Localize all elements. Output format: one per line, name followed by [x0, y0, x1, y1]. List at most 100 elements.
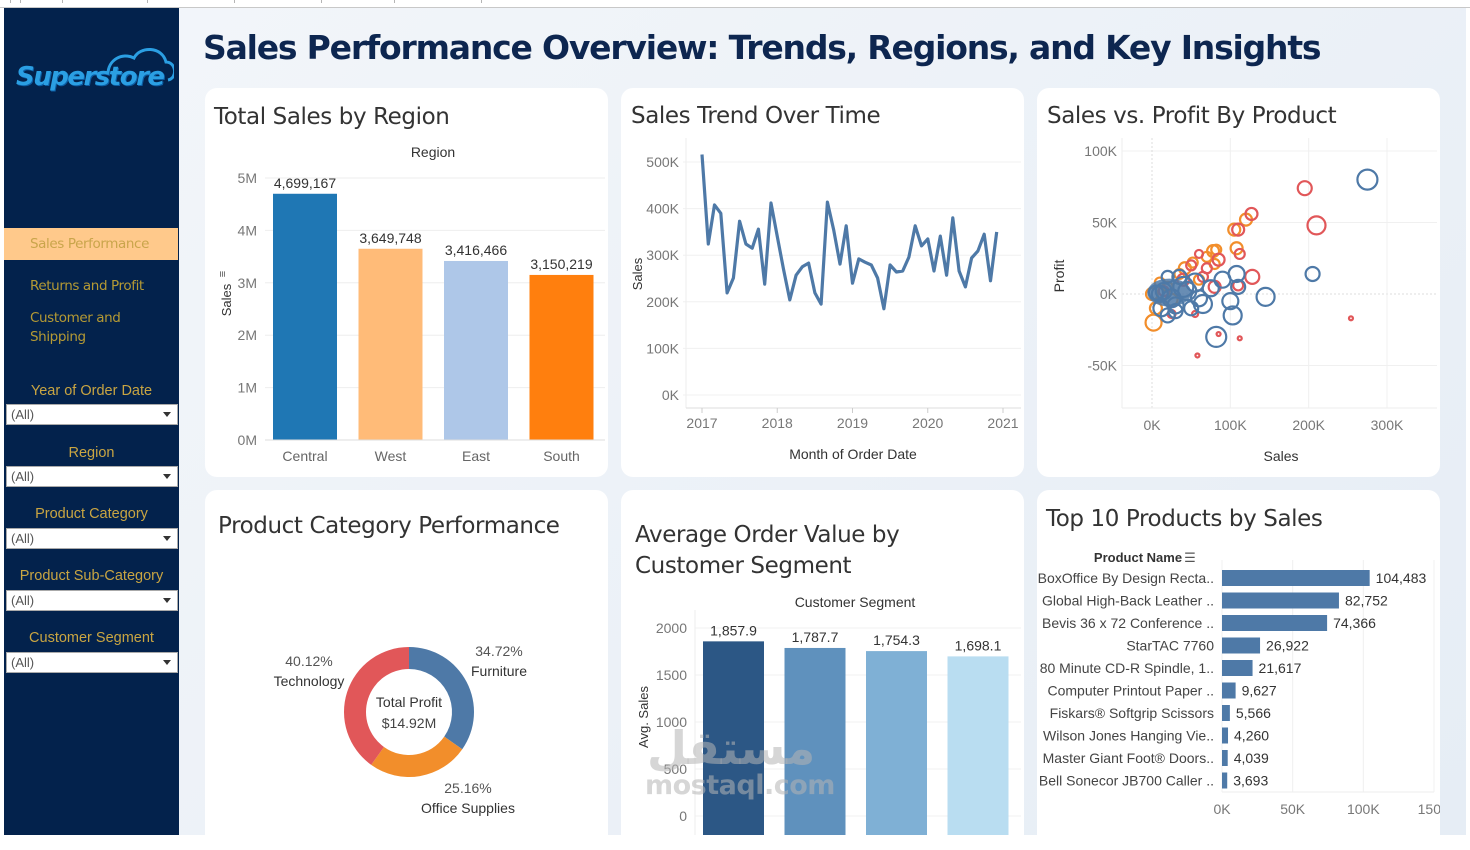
bar-value-label: 1,754.3 [873, 632, 920, 648]
sales-trend-line [700, 154, 999, 311]
filter-label-product-sub-category: Product Sub-Category [19, 568, 164, 584]
filter-region-select[interactable]: (All) [6, 466, 178, 487]
x-tick-label: 200K [1292, 417, 1325, 433]
dropdown-arrow-icon [163, 536, 171, 541]
bar-value-label: 3,416,466 [445, 242, 507, 258]
strip-segment [322, 0, 395, 3]
category-donut-chart[interactable]: Total Profit $14.92M 34.72% Furniture 25.16%… [205, 490, 608, 835]
slice-name-label: Office Supplies [421, 800, 515, 816]
scatter-point-technology [1194, 352, 1201, 359]
segment-bar [784, 647, 846, 835]
filter-product-category-select[interactable]: (All) [6, 528, 178, 549]
bar-value-label: 5,566 [1236, 705, 1271, 721]
y-tick-label: 0K [1100, 286, 1118, 302]
top10-products-chart[interactable]: Product Name☰ 0K 50K 100K 150K BoxOffice By D… [1037, 490, 1440, 835]
y-axis-label: Sales [630, 257, 645, 290]
superstore-logo[interactable]: Superstore [16, 44, 174, 104]
nav-label: Returns and Profit [30, 278, 144, 294]
x-tick-label: Central [282, 448, 327, 464]
strip-segment [395, 0, 482, 3]
bar-value-label: 4,039 [1234, 750, 1269, 766]
x-tick-label: 0K [1143, 417, 1161, 433]
product-sales-bar [1222, 570, 1370, 586]
product-name-label: Wilson Jones Hanging Vie.. [1043, 728, 1214, 744]
bar-central [273, 193, 337, 440]
y-tick-label: 50K [1092, 215, 1118, 231]
browser-top-strip [0, 0, 1470, 8]
avg-order-value-chart[interactable]: Customer Segment 0 500 1000 1500 2000 Avg. Sal… [621, 490, 1024, 835]
y-tick-label: 1500 [656, 667, 687, 683]
card-sales-vs-profit: Sales vs. Profit By Product 100K 50K 0K -50… [1037, 88, 1440, 477]
y-tick-label: 200K [646, 294, 679, 310]
product-sales-bar [1222, 727, 1229, 744]
product-sales-bar [1222, 772, 1228, 789]
sales-by-region-chart[interactable]: Region 0M 1M 2M 3M 4M 5M Sales ≡ 4,699,167 Central… [205, 88, 608, 477]
bar-west [358, 248, 423, 440]
strip-segment [21, 0, 63, 3]
x-axis-label: Month of Order Date [789, 446, 917, 462]
bar-east [444, 260, 508, 440]
slice-percent-label: 25.16% [444, 780, 491, 796]
scatter-point-furniture [1304, 265, 1321, 283]
filter-value: (All) [11, 469, 35, 484]
filter-product-sub-category-select[interactable]: (All) [6, 590, 178, 611]
product-sales-bar [1222, 615, 1328, 631]
filter-year-select[interactable]: (All) [6, 404, 178, 425]
dropdown-arrow-icon [163, 474, 171, 479]
y-axis-label: Avg. Sales [636, 686, 651, 748]
logo-text: Superstore [16, 62, 165, 92]
y-tick-label: 100K [1084, 143, 1117, 159]
y-tick-label: 400K [646, 201, 679, 217]
slice-percent-label: 34.72% [475, 643, 522, 659]
x-tick-label: 2021 [987, 415, 1018, 431]
segment-bar [703, 641, 764, 835]
filter-value: (All) [11, 407, 35, 422]
bar-value-label: 104,483 [1376, 570, 1427, 586]
y-tick-label: 500K [646, 154, 679, 170]
segment-bar [866, 651, 927, 835]
y-tick-label: 4M [238, 222, 257, 238]
slice-name-label: Furniture [471, 663, 527, 679]
scatter-point-technology [1236, 335, 1243, 342]
product-name-label: Computer Printout Paper .. [1047, 683, 1214, 699]
x-tick-label: 100K [1347, 801, 1380, 817]
bar-value-label: 4,699,167 [274, 175, 336, 191]
product-name-label: 80 Minute CD-R Spindle, 1.. [1040, 660, 1214, 676]
filter-value: (All) [11, 655, 35, 670]
sidebar: Superstore Sales Performance Returns and… [4, 8, 179, 835]
nav-returns-and-profit[interactable]: Returns and Profit [30, 278, 204, 294]
filter-label-year: Year of Order Date [30, 383, 153, 399]
x-tick-label: 50K [1280, 801, 1306, 817]
scatter-point-technology [1347, 315, 1355, 322]
y-tick-label: 500 [664, 761, 688, 777]
card-top10-products: Top 10 Products by Sales Product Name ☰ 0K… [1037, 490, 1440, 850]
column-header: Product Name [1094, 550, 1182, 565]
y-axis-label: Profit [1051, 260, 1067, 293]
product-name-label: StarTAC 7760 [1126, 638, 1214, 654]
product-name-label: Master Giant Foot® Doors.. [1043, 750, 1214, 766]
sales-vs-profit-chart[interactable]: 100K 50K 0K -50K 0K 100K 200K 300K Sales Profit [1037, 88, 1440, 477]
scatter-point-technology [1244, 268, 1261, 285]
slice-name-label: Technology [274, 673, 345, 689]
y-tick-label: 0 [679, 808, 687, 824]
product-sales-bar [1222, 682, 1236, 699]
strip-segment [0, 0, 11, 3]
scatter-point-technology [1296, 180, 1313, 197]
filter-label-customer-segment: Customer Segment [29, 630, 154, 646]
bar-value-label: 3,649,748 [359, 230, 421, 246]
y-tick-label: 0K [662, 387, 680, 403]
product-sales-bar [1222, 750, 1228, 766]
x-tick-label: 2018 [762, 415, 793, 431]
filter-label-region: Region [68, 445, 115, 461]
x-tick-label: South [543, 448, 580, 464]
nav-label: Sales Performance [30, 236, 149, 252]
y-tick-label: 1M [238, 380, 257, 396]
product-sales-bar [1222, 705, 1230, 721]
nav-customer-and-shipping[interactable]: Customer and Shipping [30, 309, 150, 347]
product-name-label: BoxOffice By Design Recta.. [1038, 570, 1214, 586]
scatter-point-technology [1306, 215, 1327, 236]
filter-customer-segment-select[interactable]: (All) [6, 652, 178, 673]
product-name-label: Fiskars® Softgrip Scissors [1050, 705, 1214, 721]
nav-sales-performance[interactable]: Sales Performance [4, 228, 178, 260]
sales-trend-chart[interactable]: 0K 100K 200K 300K 400K 500K 2017 2018 2019 2020 20… [621, 88, 1024, 477]
